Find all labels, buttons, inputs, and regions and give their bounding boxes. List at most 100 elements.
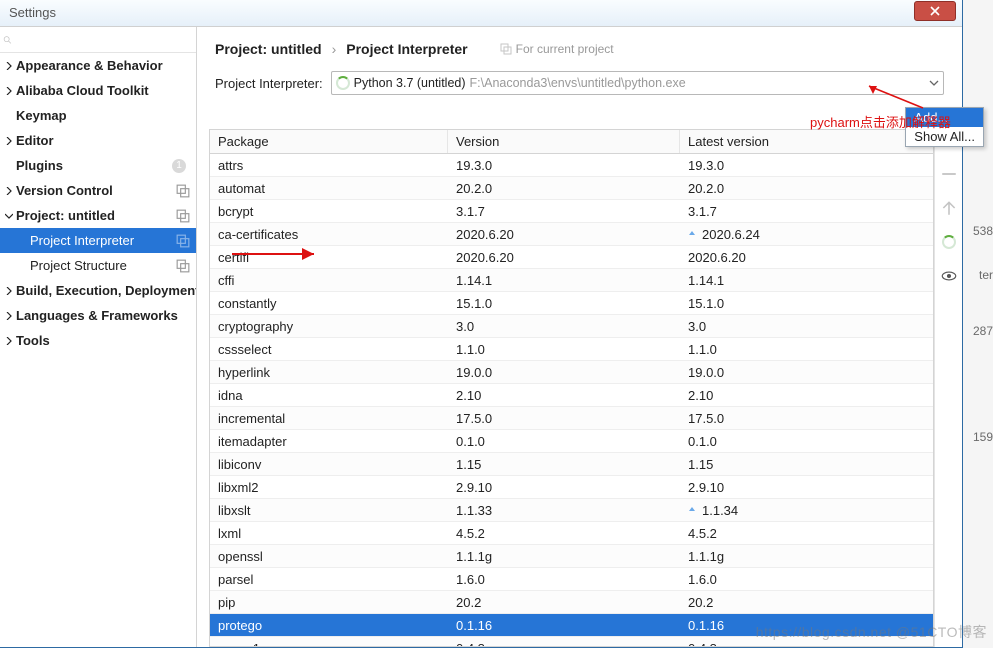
upgrade-package-button[interactable] (940, 199, 958, 217)
sidebar-item[interactable]: Appearance & Behavior (0, 53, 196, 78)
table-row[interactable]: idna2.102.10 (210, 384, 933, 407)
table-row[interactable]: pip20.220.2 (210, 591, 933, 614)
annotation-arrow-icon (230, 245, 324, 263)
col-package[interactable]: Package (210, 130, 448, 153)
cell-version: 3.0 (448, 319, 680, 334)
sidebar-item[interactable]: Project Structure (0, 253, 196, 278)
table-row[interactable]: lxml4.5.24.5.2 (210, 522, 933, 545)
cell-package: pyasn1 (210, 641, 448, 647)
cell-version: 4.5.2 (448, 526, 680, 541)
table-row[interactable]: ca-certificates2020.6.202020.6.24 (210, 223, 933, 246)
show-early-button[interactable] (940, 267, 958, 285)
cell-package: libiconv (210, 457, 448, 472)
cell-package: automat (210, 181, 448, 196)
cell-latest: 1.1.1g (680, 549, 933, 564)
table-row[interactable]: openssl1.1.1g1.1.1g (210, 545, 933, 568)
cell-latest: 19.0.0 (680, 365, 933, 380)
interpreter-row: Project Interpreter: Python 3.7 (untitle… (197, 67, 962, 107)
sidebar-item[interactable]: Version Control (0, 178, 196, 203)
chevron-down-icon (929, 78, 939, 88)
cell-version: 2020.6.20 (448, 250, 680, 265)
table-row[interactable]: hyperlink19.0.019.0.0 (210, 361, 933, 384)
breadcrumb-page: Project Interpreter (346, 41, 467, 57)
sidebar-item[interactable]: Project: untitled (0, 203, 196, 228)
sidebar-item-label: Alibaba Cloud Toolkit (16, 83, 190, 98)
sidebar: Appearance & Behavior Alibaba Cloud Toolk… (0, 27, 197, 647)
cell-package: libxml2 (210, 480, 448, 495)
sidebar-item-label: Project Interpreter (30, 233, 176, 248)
table-body[interactable]: attrs19.3.019.3.0automat20.2.020.2.0bcry… (210, 154, 933, 646)
col-latest[interactable]: Latest version (680, 130, 933, 153)
window-title: Settings (9, 5, 56, 20)
table-row[interactable]: automat20.2.020.2.0 (210, 177, 933, 200)
col-version[interactable]: Version (448, 130, 680, 153)
sidebar-item[interactable]: Languages & Frameworks (0, 303, 196, 328)
cell-version: 3.1.7 (448, 204, 680, 219)
close-button[interactable] (914, 1, 956, 21)
cell-version: 19.0.0 (448, 365, 680, 380)
cell-package: bcrypt (210, 204, 448, 219)
copy-icon (500, 43, 512, 55)
search-icon (3, 33, 12, 47)
interpreter-dropdown[interactable]: Python 3.7 (untitled) F:\Anaconda3\envs\… (331, 71, 944, 95)
cell-latest: 2020.6.24 (680, 227, 933, 242)
cell-latest: 1.14.1 (680, 273, 933, 288)
cell-version: 15.1.0 (448, 296, 680, 311)
cell-latest: 20.2.0 (680, 181, 933, 196)
cell-version: 17.5.0 (448, 411, 680, 426)
table-row[interactable]: attrs19.3.019.3.0 (210, 154, 933, 177)
sidebar-item[interactable]: Plugins1 (0, 153, 196, 178)
cell-version: 20.2 (448, 595, 680, 610)
cell-package: cffi (210, 273, 448, 288)
sidebar-item-label: Project: untitled (16, 208, 176, 223)
cell-latest: 19.3.0 (680, 158, 933, 173)
settings-window: Settings Appearance & Behavior Alibaba Cl… (0, 0, 963, 648)
table-row[interactable]: cffi1.14.11.14.1 (210, 269, 933, 292)
annotation-arrow-icon (863, 82, 925, 110)
table-row[interactable]: parsel1.6.01.6.0 (210, 568, 933, 591)
sidebar-item-label: Version Control (16, 183, 176, 198)
table-row[interactable]: cssselect1.1.01.1.0 (210, 338, 933, 361)
cell-package: pip (210, 595, 448, 610)
sidebar-item-label: Editor (16, 133, 190, 148)
breadcrumb: Project: untitled › Project Interpreter … (197, 27, 962, 67)
caret-icon (5, 62, 13, 70)
caret-icon (5, 137, 13, 145)
sidebar-item[interactable]: Project Interpreter (0, 228, 196, 253)
table-row[interactable]: incremental17.5.017.5.0 (210, 407, 933, 430)
table-row[interactable]: libxslt1.1.331.1.34 (210, 499, 933, 522)
table-row[interactable]: libxml22.9.102.9.10 (210, 476, 933, 499)
titlebar: Settings (0, 0, 962, 27)
refresh-button[interactable] (940, 233, 958, 251)
table-row[interactable]: bcrypt3.1.73.1.7 (210, 200, 933, 223)
sidebar-item[interactable]: Build, Execution, Deployment (0, 278, 196, 303)
cell-package: parsel (210, 572, 448, 587)
remove-package-button[interactable] (940, 165, 958, 183)
packages-table: Package Version Latest version attrs19.3… (209, 129, 934, 647)
search-field[interactable] (16, 32, 192, 47)
caret-icon (5, 337, 13, 345)
caret-icon (5, 187, 13, 195)
loading-spinner-icon (336, 76, 350, 90)
table-row[interactable]: constantly15.1.015.1.0 (210, 292, 933, 315)
sidebar-item[interactable]: Editor (0, 128, 196, 153)
sidebar-item-label: Languages & Frameworks (16, 308, 190, 323)
cell-version: 1.1.1g (448, 549, 680, 564)
caret-icon (5, 287, 13, 295)
table-row[interactable]: itemadapter0.1.00.1.0 (210, 430, 933, 453)
sidebar-item[interactable]: Alibaba Cloud Toolkit (0, 78, 196, 103)
sidebar-item[interactable]: Tools (0, 328, 196, 353)
copy-icon (176, 234, 190, 248)
sidebar-item[interactable]: Keymap (0, 103, 196, 128)
stray-text: 159 (973, 430, 993, 444)
sidebar-item-label: Appearance & Behavior (16, 58, 190, 73)
breadcrumb-project[interactable]: Project: untitled (215, 41, 322, 57)
cell-version: 1.15 (448, 457, 680, 472)
cell-version: 1.14.1 (448, 273, 680, 288)
table-row[interactable]: libiconv1.151.15 (210, 453, 933, 476)
table-row[interactable]: cryptography3.03.0 (210, 315, 933, 338)
sidebar-item-label: Keymap (16, 108, 190, 123)
search-input[interactable] (0, 27, 196, 53)
cell-version: 2.10 (448, 388, 680, 403)
cell-version: 0.1.0 (448, 434, 680, 449)
